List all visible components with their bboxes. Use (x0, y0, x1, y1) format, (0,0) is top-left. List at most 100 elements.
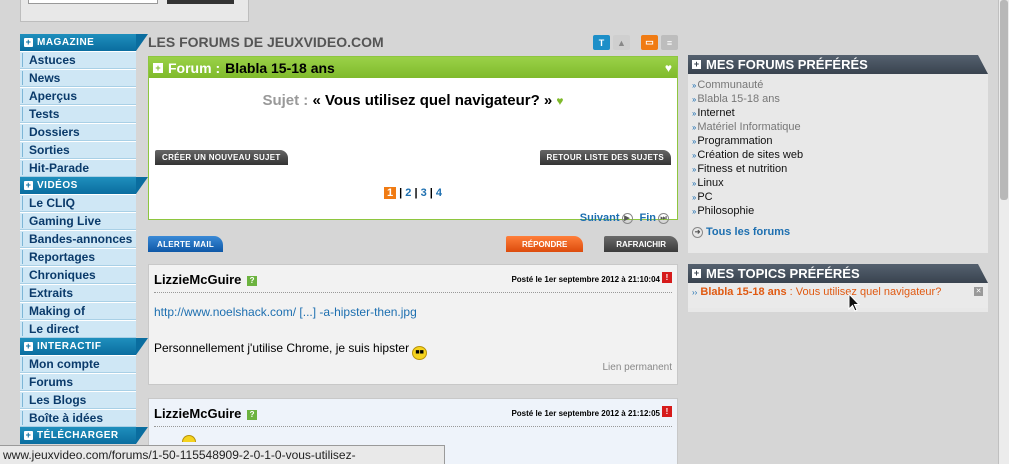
main-content: LES FORUMS DE JEUXVIDEO.COM T ▲ ▭ ≡ + Fo… (148, 34, 678, 464)
post-author[interactable]: LizzieMcGuire ? (154, 272, 258, 287)
nav-item-sorties[interactable]: Sorties (20, 141, 136, 159)
nav-item-le-direct[interactable]: Le direct (20, 320, 136, 338)
page-link-2[interactable]: 2 (405, 187, 411, 199)
subject-title: « Vous utilisez quel navigateur? » (312, 92, 553, 109)
forum-name[interactable]: Blabla 15-18 ans (225, 60, 335, 76)
fav-forum-item[interactable]: ›› Internet (692, 106, 988, 120)
profile-icon[interactable]: ? (247, 276, 258, 286)
nav-item-chroniques[interactable]: Chroniques (20, 266, 136, 284)
next-arrow-icon: ▶ (621, 212, 633, 224)
post-text: Personnellement j'utilise Chrome, je sui… (154, 341, 428, 360)
nav-section-magazine[interactable]: + Magazine (20, 34, 148, 51)
page-navigation: Suivant ▶ Fin ⏭ (580, 212, 669, 224)
refresh-button[interactable]: Rafraichir (604, 236, 678, 252)
permalink[interactable]: Lien permanent (603, 362, 673, 373)
pagination: 1 | 2 | 3 | 4 (149, 187, 677, 199)
fav-forum-item[interactable]: ›› Blabla 15-18 ans (692, 92, 988, 106)
collapse-icon[interactable]: + (153, 62, 163, 73)
reply-button[interactable]: Répondre (506, 236, 584, 252)
back-to-list-button[interactable]: Retour liste des sujets (539, 150, 671, 165)
nav-section-title: Magazine (37, 37, 95, 48)
left-navigation: + Magazine Astuces News Aperçus Tests Dos… (20, 34, 148, 444)
favorite-topics-box: + Mes topics préférés ›› Blabla 15-18 ans… (688, 264, 988, 312)
list-view-icon[interactable]: ≡ (661, 35, 678, 50)
plus-icon[interactable]: + (692, 60, 701, 69)
nav-section-telecharger[interactable]: + Télécharger (20, 427, 148, 444)
search-area (20, 0, 249, 22)
nav-section-interactif[interactable]: + Interactif (20, 338, 148, 355)
post-date: Posté le 1er septembre 2012 à 21:10:04 (511, 275, 660, 284)
scrollbar[interactable] (998, 0, 1009, 464)
nav-item-les-blogs[interactable]: Les Blogs (20, 391, 136, 409)
topic-actions: Créer un nouveau sujet Retour liste des … (155, 150, 671, 165)
nav-item-le-cliq[interactable]: Le CLIQ (20, 194, 136, 212)
scrollbar-thumb[interactable] (1000, 0, 1008, 200)
box-view-icon[interactable]: ▭ (641, 35, 658, 50)
fav-forum-item[interactable]: ›› Fitness et nutrition (692, 162, 988, 176)
nav-item-dossiers[interactable]: Dossiers (20, 123, 136, 141)
all-forums-link[interactable]: ➜ Tous les forums (688, 218, 988, 238)
report-icon[interactable]: ! (662, 406, 672, 417)
nav-item-gaming-live[interactable]: Gaming Live (20, 212, 136, 230)
fav-forum-item[interactable]: ›› Création de sites web (692, 148, 988, 162)
nav-item-astuces[interactable]: Astuces (20, 51, 136, 69)
fav-forum-item[interactable]: ›› PC (692, 190, 988, 204)
fav-topic-forum[interactable]: Blabla 15-18 ans (700, 286, 786, 298)
double-arrow-icon: ›› (692, 207, 696, 216)
alert-mail-button[interactable]: Alerte mail (148, 236, 224, 252)
favorite-topics-header: + Mes topics préférés (688, 264, 988, 283)
remove-icon[interactable]: ✕ (974, 287, 983, 296)
next-link[interactable]: Suivant ▶ (580, 212, 633, 224)
nav-item-tests[interactable]: Tests (20, 105, 136, 123)
search-input[interactable] (28, 0, 158, 4)
post-header: LizzieMcGuire ? Posté le 1er septembre 2… (154, 265, 672, 293)
fav-forum-item[interactable]: ›› Philosophie (692, 204, 988, 218)
double-arrow-icon: ›› (692, 179, 696, 188)
nav-item-bandes-annonces[interactable]: Bandes-annonces (20, 230, 136, 248)
nav-item-hit-parade[interactable]: Hit-Parade (20, 159, 136, 177)
profile-icon[interactable]: ? (247, 410, 258, 420)
page-link-4[interactable]: 4 (436, 187, 442, 199)
double-arrow-icon: ›› (692, 123, 696, 132)
fav-topic-title[interactable]: : Vous utilisez quel navigateur? (790, 286, 942, 298)
end-link[interactable]: Fin ⏭ (640, 212, 669, 224)
post-link[interactable]: http://www.noelshack.com/ [...] -a-hipst… (154, 305, 417, 319)
double-arrow-icon: ›› (692, 288, 698, 297)
fav-forum-item[interactable]: ›› Programmation (692, 134, 988, 148)
post-author[interactable]: LizzieMcGuire ? (154, 406, 258, 421)
post: LizzieMcGuire ? Posté le 1er septembre 2… (148, 264, 678, 385)
nav-item-boite-a-idees[interactable]: Boîte à idées (20, 409, 136, 427)
report-icon[interactable]: ! (662, 272, 672, 283)
favorite-forums-list: ›› Communauté ›› Blabla 15-18 ans ›› Intern… (688, 74, 988, 218)
page-link-3[interactable]: 3 (421, 187, 427, 199)
fav-forum-item[interactable]: ›› Communauté (692, 78, 988, 92)
text-view-button[interactable]: T (593, 35, 610, 50)
double-arrow-icon: ›› (692, 137, 696, 146)
favorite-forums-header: + Mes forums préférés (688, 55, 988, 74)
fav-forum-item[interactable]: ›› Linux (692, 176, 988, 190)
nav-item-making-of[interactable]: Making of (20, 302, 136, 320)
fav-topic-item[interactable]: ›› Blabla 15-18 ans : Vous utilisez quel… (688, 283, 988, 308)
cool-smiley-icon: ■■ (412, 346, 428, 360)
double-arrow-icon: ›› (692, 165, 696, 174)
post-header: LizzieMcGuire ? Posté le 1er septembre 2… (154, 399, 672, 427)
subject-line: Sujet : « Vous utilisez quel navigateur?… (149, 92, 677, 109)
heart-icon[interactable]: ♥ (665, 61, 672, 75)
new-topic-button[interactable]: Créer un nouveau sujet (155, 150, 288, 165)
fav-forum-item[interactable]: ›› Matériel Informatique (692, 120, 988, 134)
heart-icon[interactable]: ♥ (556, 94, 563, 108)
nav-item-apercus[interactable]: Aperçus (20, 87, 136, 105)
plus-icon: + (24, 37, 33, 47)
nav-section-videos[interactable]: + Vidéos (20, 177, 148, 194)
favorite-forums-box: + Mes forums préférés ›› Communauté ›› Blab… (688, 55, 988, 253)
nav-item-extraits[interactable]: Extraits (20, 284, 136, 302)
plus-icon[interactable]: + (692, 269, 701, 278)
plus-icon: + (24, 341, 33, 351)
plus-icon: + (24, 180, 33, 190)
nav-item-reportages[interactable]: Reportages (20, 248, 136, 266)
nav-item-mon-compte[interactable]: Mon compte (20, 355, 136, 373)
search-button[interactable] (167, 0, 234, 4)
nav-item-news[interactable]: News (20, 69, 136, 87)
nav-item-forums[interactable]: Forums (20, 373, 136, 391)
image-view-icon[interactable]: ▲ (613, 35, 630, 50)
